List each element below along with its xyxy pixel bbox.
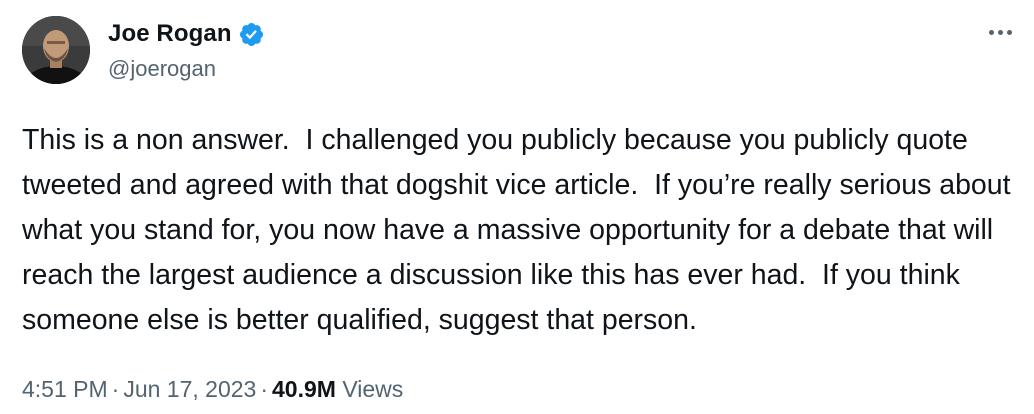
more-options-icon	[988, 29, 994, 35]
profile-photo-icon	[22, 16, 90, 84]
tweet-card: Joe Rogan @joerogan This is a non answer…	[0, 0, 1034, 414]
tweet-metadata: 4:51 PM · Jun 17, 2023 · 40.9M Views	[22, 376, 403, 403]
tweet-date: Jun 17, 2023	[123, 376, 257, 402]
tweet-time: 4:51 PM	[22, 376, 108, 402]
more-options-dot	[997, 29, 1003, 35]
more-options-dot	[1006, 29, 1012, 35]
display-name[interactable]: Joe Rogan	[108, 20, 232, 48]
views-label: Views	[342, 376, 404, 402]
name-row: Joe Rogan	[108, 18, 265, 50]
verified-badge-icon[interactable]	[238, 21, 265, 48]
separator: ·	[111, 376, 120, 402]
views-count: 40.9M	[272, 376, 336, 402]
more-options-button[interactable]	[980, 18, 1020, 46]
user-handle[interactable]: @joerogan	[108, 56, 265, 82]
tweet-timestamp[interactable]: 4:51 PM · Jun 17, 2023	[22, 376, 256, 402]
separator: ·	[260, 376, 269, 402]
author-info: Joe Rogan @joerogan	[108, 18, 265, 82]
avatar[interactable]	[22, 16, 90, 84]
tweet-text: This is a non answer. I challenged you p…	[22, 124, 1019, 336]
views-link[interactable]: 40.9M Views	[272, 376, 403, 402]
